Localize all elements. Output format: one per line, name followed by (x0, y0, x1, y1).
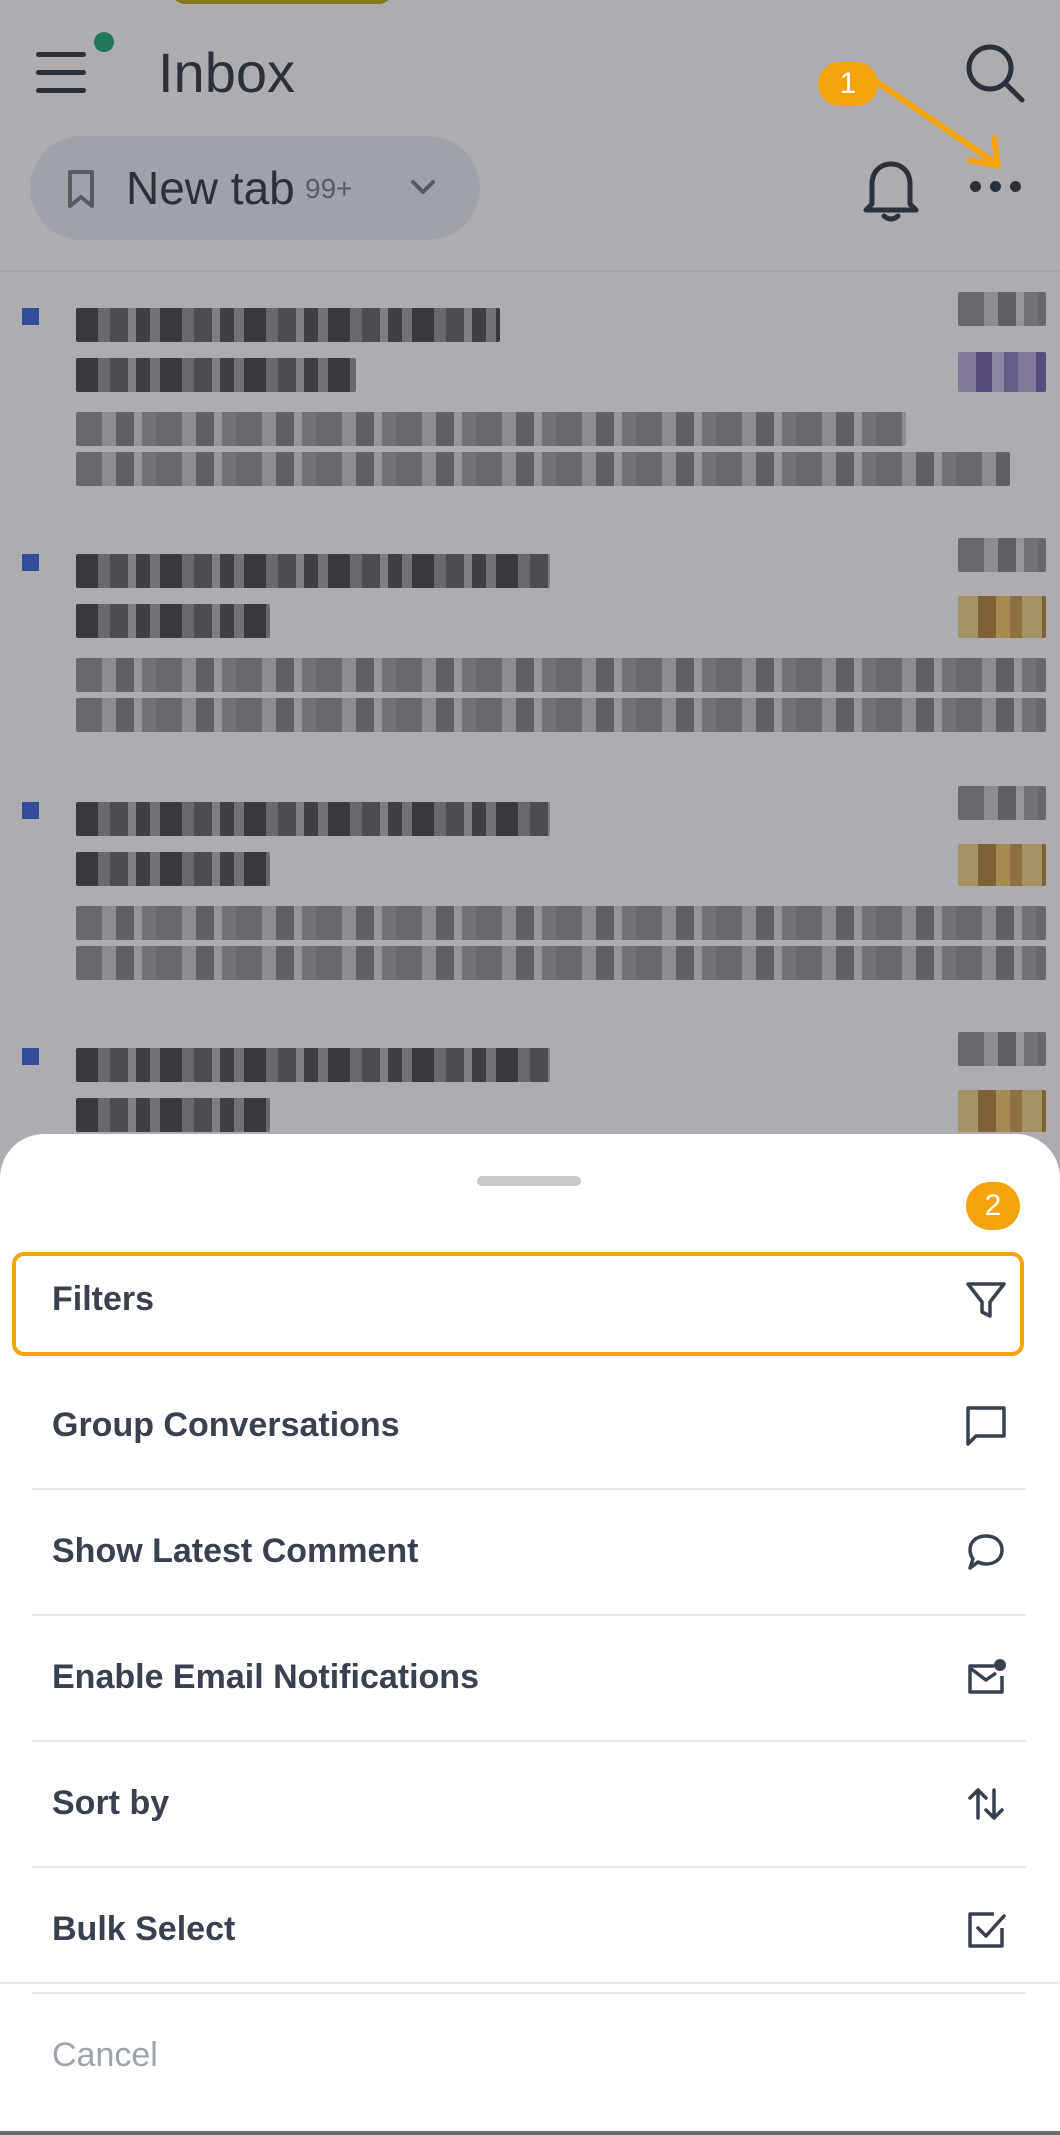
group-conversations-menu-item[interactable]: Group Conversations (32, 1364, 1026, 1490)
annotation-arrow (871, 77, 1001, 169)
dim-overlay[interactable] (0, 0, 1060, 1200)
mail-notification-icon (964, 1656, 1008, 1700)
sort-arrows-icon (964, 1782, 1008, 1826)
sheet-drag-handle[interactable] (477, 1176, 581, 1186)
bottom-sheet: 2 Filters Group Conversations Show Lates… (0, 1134, 1060, 2135)
chat-square-icon (964, 1404, 1008, 1448)
chat-bubble-icon (964, 1530, 1008, 1574)
divider (0, 2131, 1060, 2135)
menu-item-label: Show Latest Comment (52, 1532, 419, 1570)
divider (0, 1982, 1060, 1984)
bulk-select-menu-item[interactable]: Bulk Select (32, 1868, 1026, 1994)
sort-by-menu-item[interactable]: Sort by (32, 1742, 1026, 1868)
show-latest-comment-menu-item[interactable]: Show Latest Comment (32, 1490, 1026, 1616)
menu-item-label: Group Conversations (52, 1406, 400, 1444)
menu-item-label: Bulk Select (52, 1910, 236, 1948)
annotation-badge-2: 2 (966, 1182, 1020, 1230)
menu-item-label: Sort by (52, 1784, 170, 1822)
annotation-highlight-box (12, 1252, 1024, 1356)
cancel-button[interactable]: Cancel (52, 2034, 158, 2076)
enable-email-notifications-menu-item[interactable]: Enable Email Notifications (32, 1616, 1026, 1742)
checkbox-icon (964, 1908, 1008, 1952)
annotation-badge-1: 1 (818, 62, 878, 106)
menu-item-label: Enable Email Notifications (52, 1658, 479, 1696)
